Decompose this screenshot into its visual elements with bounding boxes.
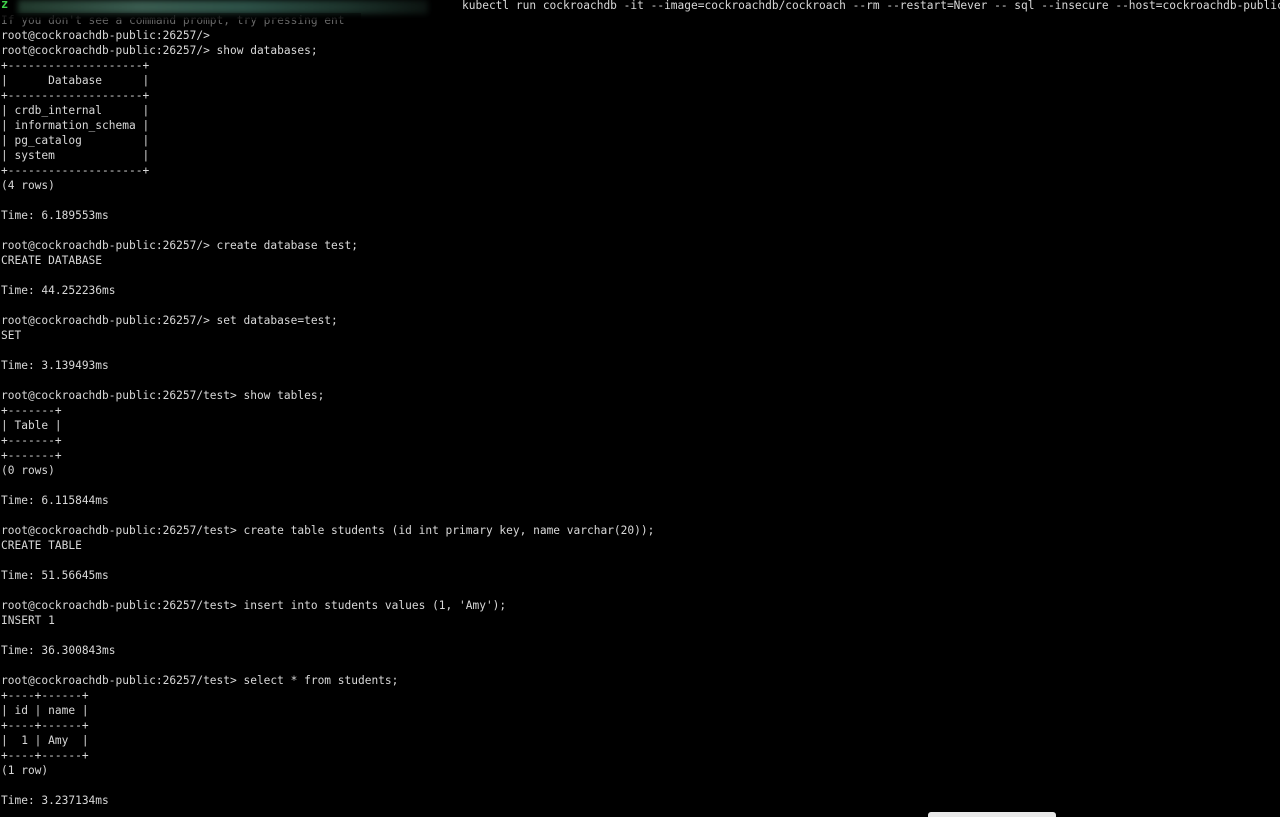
terminal-line: +--------------------+ (1, 164, 150, 177)
terminal-line: +--------------------+ (1, 89, 150, 102)
scroll-indicator[interactable] (928, 812, 1056, 817)
terminal-output[interactable]: If you don't see a command prompt, try p… (1, 13, 654, 808)
terminal-line: Time: 3.237134ms (1, 794, 109, 807)
terminal-line: CREATE TABLE (1, 539, 82, 552)
running-command: kubectl run cockroachdb -it --image=cock… (462, 0, 1280, 12)
terminal-line: root@cockroachdb-public:26257/test> show… (1, 389, 325, 402)
terminal-line: | information_schema | (1, 119, 150, 132)
terminal-line: root@cockroachdb-public:26257/test> sele… (1, 674, 399, 687)
terminal-line: Time: 6.115844ms (1, 494, 109, 507)
tab-indicator: z (1, 0, 9, 11)
terminal-line: root@cockroachdb-public:26257/test> crea… (1, 524, 655, 537)
terminal-line: +----+------+ (1, 719, 89, 732)
terminal-line: root@cockroachdb-public:26257/> create d… (1, 239, 358, 252)
terminal-line: | Database | (1, 74, 150, 87)
terminal-line: | pg_catalog | (1, 134, 150, 147)
terminal-window[interactable]: z kubectl run cockroachdb -it --image=co… (0, 0, 1280, 817)
terminal-line: INSERT 1 (1, 614, 55, 627)
terminal-line: Time: 36.300843ms (1, 644, 116, 657)
terminal-line: SET (1, 329, 22, 342)
terminal-line: +-------+ (1, 449, 62, 462)
terminal-hint-line: If you don't see a command prompt, try p… (1, 13, 654, 28)
terminal-line: root@cockroachdb-public:26257/> (1, 29, 210, 42)
terminal-line: | Table | (1, 419, 62, 432)
terminal-line: +-------+ (1, 404, 62, 417)
terminal-line: +--------------------+ (1, 59, 150, 72)
terminal-line: CREATE DATABASE (1, 254, 103, 267)
terminal-line: +----+------+ (1, 749, 89, 762)
redacted-title (18, 0, 428, 14)
terminal-line: (4 rows) (1, 179, 55, 192)
terminal-line: root@cockroachdb-public:26257/test> inse… (1, 599, 507, 612)
terminal-line: +-------+ (1, 434, 62, 447)
terminal-line: Time: 6.189553ms (1, 209, 109, 222)
terminal-line: Time: 44.252236ms (1, 284, 116, 297)
terminal-line: (0 rows) (1, 464, 55, 477)
terminal-line: | crdb_internal | (1, 104, 150, 117)
terminal-line: Time: 3.139493ms (1, 359, 109, 372)
terminal-line: Time: 51.56645ms (1, 569, 109, 582)
terminal-line: root@cockroachdb-public:26257/> set data… (1, 314, 338, 327)
terminal-line: | 1 | Amy | (1, 734, 89, 747)
terminal-line: root@cockroachdb-public:26257/> show dat… (1, 44, 318, 57)
terminal-line: | id | name | (1, 704, 89, 717)
terminal-line: | system | (1, 149, 150, 162)
terminal-line: +----+------+ (1, 689, 89, 702)
terminal-line: (1 row) (1, 764, 49, 777)
